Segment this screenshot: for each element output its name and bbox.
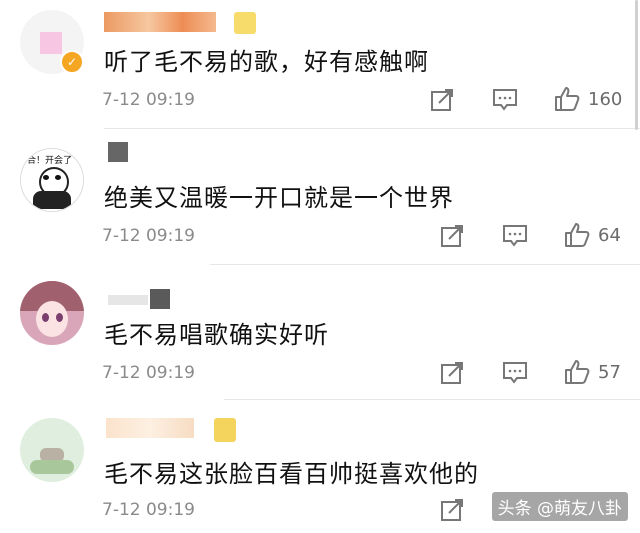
member-badge-icon: [214, 418, 236, 442]
username[interactable]: [108, 295, 148, 305]
comment-icon: [493, 89, 517, 111]
username[interactable]: [106, 418, 194, 438]
comment-button[interactable]: [502, 361, 528, 385]
avatar-caption: 合！开会了: [27, 156, 73, 166]
thumbs-up-icon: [565, 223, 590, 247]
comment-text: 听了毛不易的歌，好有感触啊: [104, 48, 429, 76]
comment-icon: [503, 225, 527, 247]
share-button[interactable]: [440, 224, 466, 248]
scrollbar[interactable]: [635, 0, 638, 130]
comment-time: 7-12 09:19: [102, 90, 195, 110]
comment-time: 7-12 09:19: [102, 363, 195, 383]
username-extra: [150, 289, 170, 309]
member-badge-icon: [234, 12, 256, 34]
thumbs-up-icon: [555, 87, 580, 111]
comment-text: 绝美又温暖一开口就是一个世界: [104, 184, 454, 212]
comment-text: 毛不易这张脸百看百帅挺喜欢他的: [104, 460, 479, 488]
share-icon: [441, 499, 463, 521]
divider: [104, 128, 640, 129]
share-button[interactable]: [440, 498, 466, 522]
share-button[interactable]: [430, 88, 456, 112]
comment-icon: [503, 362, 527, 384]
comment-button[interactable]: [502, 224, 528, 248]
share-icon: [441, 225, 463, 247]
comment-time: 7-12 09:19: [102, 226, 195, 246]
user-avatar[interactable]: [20, 418, 84, 482]
share-button[interactable]: [440, 361, 466, 385]
thumbs-up-icon: [565, 360, 590, 384]
username[interactable]: [108, 142, 128, 162]
comment-text: 毛不易唱歌确实好听: [104, 321, 329, 349]
comment-item-2: 合！开会了 绝美又温暖一开口就是一个世界 7-12 09:19 64: [0, 130, 640, 265]
watermark: 头条 @萌友八卦: [491, 492, 628, 521]
verified-badge-icon: ✓: [60, 50, 84, 74]
comment-time: 7-12 09:19: [102, 500, 195, 520]
like-button[interactable]: 57: [564, 359, 621, 385]
like-button[interactable]: 160: [554, 86, 622, 112]
like-count: 160: [588, 88, 623, 110]
share-icon: [431, 89, 453, 111]
comment-item-1: ✓ 听了毛不易的歌，好有感触啊 7-12 09:19 160: [0, 0, 640, 130]
like-count: 57: [598, 361, 621, 383]
username[interactable]: [104, 12, 216, 32]
like-count: 64: [598, 224, 621, 246]
comment-item-3: 毛不易唱歌确实好听 7-12 09:19 57: [0, 265, 640, 400]
user-avatar[interactable]: 合！开会了: [20, 148, 84, 212]
user-avatar[interactable]: [20, 281, 84, 345]
comment-button[interactable]: [492, 88, 518, 112]
share-icon: [441, 362, 463, 384]
like-button[interactable]: 64: [564, 222, 621, 248]
